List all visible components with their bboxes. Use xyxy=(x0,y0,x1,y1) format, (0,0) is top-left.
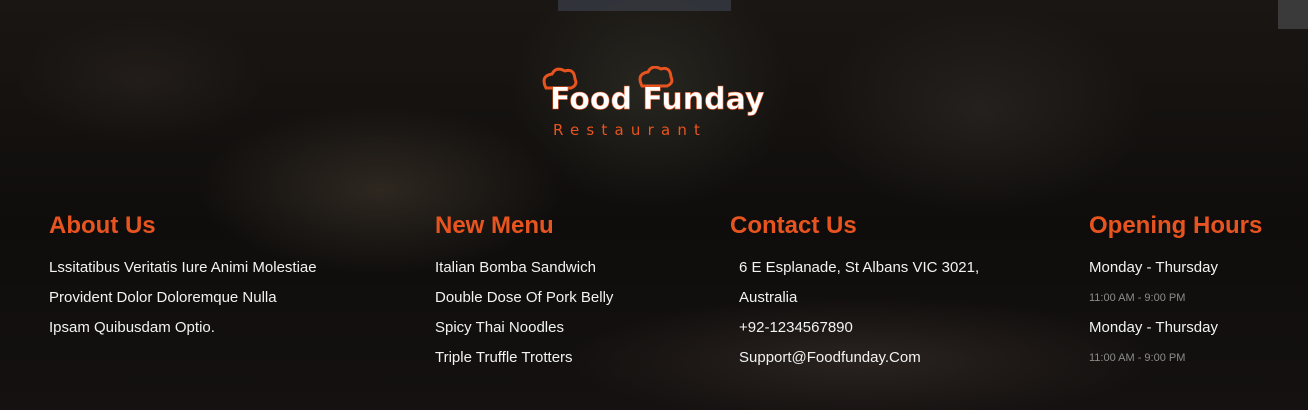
phone-link[interactable]: +92-1234567890 xyxy=(739,313,979,343)
about-text: Lssitatibus Veritatis Iure Animi Molesti… xyxy=(49,253,317,343)
email-link[interactable]: Support@Foodfunday.Com xyxy=(739,343,979,373)
menu-item-link[interactable]: Italian Bomba Sandwich xyxy=(435,253,613,283)
opening-hours-heading: Opening Hours xyxy=(1089,212,1263,239)
about-line: Ipsam Quibusdam Optio. xyxy=(49,319,215,336)
about-heading: About Us xyxy=(49,212,156,239)
address-line: 6 E Esplanade, St Albans VIC 3021, xyxy=(739,259,980,276)
new-menu-section: New Menu Italian Bomba Sandwich Double D… xyxy=(435,212,613,373)
about-line: Lssitatibus Veritatis Iure Animi Molesti… xyxy=(49,259,317,276)
opening-hours-section: Opening Hours Monday - Thursday 11:00 AM… xyxy=(1089,212,1262,373)
hours-time: 11:00 AM - 9:00 PM xyxy=(1089,352,1186,364)
top-bar-fragment xyxy=(558,0,731,11)
hours-time: 11:00 AM - 9:00 PM xyxy=(1089,292,1186,304)
hours-days: Monday - Thursday xyxy=(1089,259,1218,276)
new-menu-heading: New Menu xyxy=(435,212,554,239)
brand-name: Food Funday xyxy=(550,82,765,117)
opening-hours-list: Monday - Thursday 11:00 AM - 9:00 PM Mon… xyxy=(1089,253,1262,373)
about-line: Provident Dolor Doloremque Nulla xyxy=(49,289,277,306)
brand-logo[interactable]: Food Funday Restaurant xyxy=(538,66,778,146)
menu-item-link[interactable]: Double Dose Of Pork Belly xyxy=(435,283,613,313)
about-section: About Us Lssitatibus Veritatis Iure Anim… xyxy=(49,212,317,343)
hours-days: Monday - Thursday xyxy=(1089,319,1218,336)
scroll-top-button[interactable] xyxy=(1278,0,1308,29)
new-menu-list: Italian Bomba Sandwich Double Dose Of Po… xyxy=(435,253,613,373)
contact-heading: Contact Us xyxy=(730,212,857,239)
menu-item-link[interactable]: Triple Truffle Trotters xyxy=(435,343,613,373)
contact-list: 6 E Esplanade, St Albans VIC 3021, Austr… xyxy=(730,253,979,373)
brand-tagline: Restaurant xyxy=(553,121,707,139)
contact-section: Contact Us 6 E Esplanade, St Albans VIC … xyxy=(730,212,979,373)
address-line: Australia xyxy=(739,289,798,306)
menu-item-link[interactable]: Spicy Thai Noodles xyxy=(435,313,613,343)
